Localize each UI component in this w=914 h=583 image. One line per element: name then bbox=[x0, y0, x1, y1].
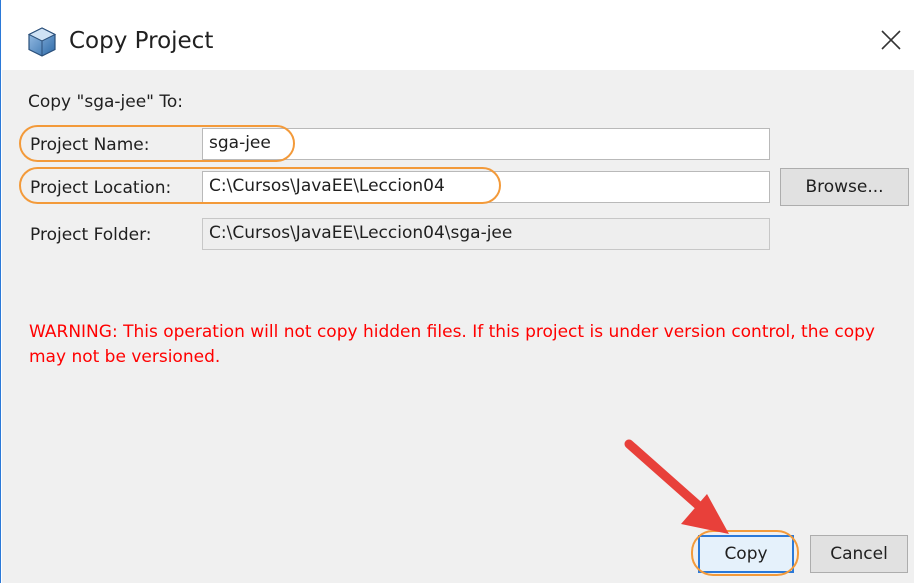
cancel-button[interactable]: Cancel bbox=[810, 535, 908, 573]
project-location-field[interactable]: C:\Cursos\JavaEE\Leccion04 bbox=[202, 171, 770, 203]
dialog-title: Copy Project bbox=[69, 28, 214, 54]
dialog-titlebar: Copy Project bbox=[1, 0, 914, 70]
project-name-field[interactable]: sga-jee bbox=[202, 128, 770, 160]
warning-message: WARNING: This operation will not copy hi… bbox=[29, 322, 875, 367]
close-icon[interactable] bbox=[871, 22, 911, 60]
copy-heading: Copy "sga-jee" To: bbox=[28, 92, 184, 112]
project-location-label: Project Location: bbox=[30, 178, 172, 198]
copy-button[interactable]: Copy bbox=[698, 535, 794, 573]
project-folder-field: C:\Cursos\JavaEE\Leccion04\sga-jee bbox=[202, 218, 770, 250]
project-folder-label: Project Folder: bbox=[30, 225, 152, 245]
project-name-label: Project Name: bbox=[30, 135, 150, 155]
browse-button[interactable]: Browse... bbox=[780, 168, 909, 206]
copy-project-dialog: Copy Project Copy "sga-jee" To: Project … bbox=[0, 0, 914, 583]
dialog-content: Copy "sga-jee" To: Project Name: sga-jee… bbox=[2, 70, 914, 583]
netbeans-project-icon bbox=[26, 26, 58, 58]
